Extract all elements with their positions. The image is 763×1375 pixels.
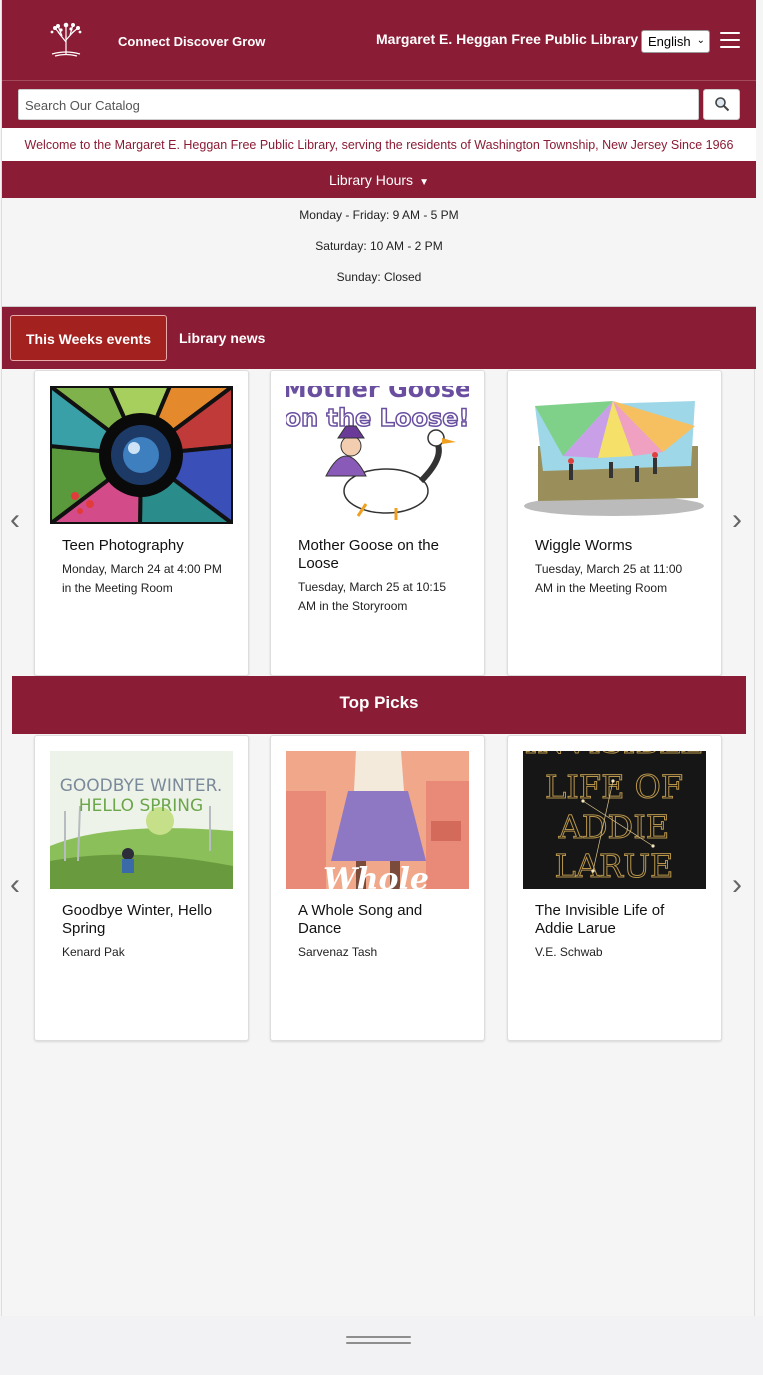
language-select-value: English — [648, 34, 691, 49]
book-author: V.E. Schwab — [535, 945, 603, 959]
site-header: Connect Discover Grow Margaret E. Heggan… — [2, 0, 756, 81]
site-tagline: Connect Discover Grow — [118, 34, 266, 49]
event-detail: Monday, March 24 at 4:00 PM in the Meeti… — [62, 562, 222, 595]
library-hours-panel: Monday - Friday: 9 AM - 5 PM Saturday: 1… — [2, 198, 756, 307]
book-card[interactable]: GOODBYE WINTER. HELLO SPRING Goodbye Win… — [34, 735, 249, 1041]
event-image-camera-lens — [50, 386, 233, 524]
catalog-search-input[interactable]: Search Our Catalog — [18, 89, 699, 120]
picks-prev-arrow-icon[interactable]: ‹ — [10, 868, 20, 902]
mother-goose-art-line-1: Mother Goose — [286, 386, 469, 403]
event-title[interactable]: Wiggle Worms — [535, 537, 705, 555]
event-image-parachute — [523, 386, 706, 524]
tab-this-weeks-events[interactable]: This Weeks events — [10, 315, 167, 361]
top-picks-heading: Top Picks — [12, 676, 746, 734]
cover-text-line-4: LARUE — [555, 847, 674, 885]
events-news-tabs: This Weeks events Library news — [2, 307, 756, 369]
event-title[interactable]: Mother Goose on the Loose — [298, 537, 468, 573]
book-title[interactable]: The Invisible Life of Addie Larue — [535, 902, 705, 938]
cover-text-line-3: ADDIE — [558, 808, 669, 846]
drag-handle-icon[interactable] — [346, 1336, 411, 1350]
tab-library-news[interactable]: Library news — [179, 330, 265, 346]
language-select[interactable]: English ⌄ — [641, 30, 710, 53]
cover-text-line-2: LIFE OF — [545, 768, 683, 806]
event-card[interactable]: Teen Photography Monday, March 24 at 4:0… — [34, 370, 249, 676]
event-card[interactable]: Wiggle Worms Tuesday, March 25 at 11:00 … — [507, 370, 722, 676]
cover-text: Whole — [323, 862, 429, 889]
library-name[interactable]: Margaret E. Heggan Free Public Library — [376, 31, 638, 47]
event-detail: Tuesday, March 25 at 11:00 AM in the Mee… — [535, 562, 683, 595]
book-author: Kenard Pak — [62, 945, 125, 959]
library-hours-label: Library Hours — [329, 172, 414, 188]
hamburger-menu-icon[interactable] — [720, 32, 740, 48]
event-title[interactable]: Teen Photography — [62, 537, 232, 555]
events-next-arrow-icon[interactable]: › — [732, 503, 742, 537]
picks-next-arrow-icon[interactable]: › — [732, 868, 742, 902]
event-image-mother-goose: Mother Goose on the Loose! — [286, 386, 469, 524]
event-card[interactable]: Mother Goose on the Loose! Mother Goose … — [270, 370, 485, 676]
book-cover-invisible-life: INVISIBLE LIFE OF ADDIE LARUE — [523, 751, 706, 889]
library-tree-logo[interactable] — [46, 20, 86, 58]
page-frame: Connect Discover Grow Margaret E. Heggan… — [1, 0, 756, 1316]
book-cover-whole-song: Whole — [286, 751, 469, 889]
cover-text-line-1: INVISIBLE — [524, 751, 703, 761]
events-prev-arrow-icon[interactable]: ‹ — [10, 503, 20, 537]
hours-sunday: Sunday: Closed — [336, 270, 422, 284]
book-author: Sarvenaz Tash — [298, 945, 378, 959]
book-title[interactable]: A Whole Song and Dance — [298, 902, 468, 938]
library-hours-toggle[interactable]: Library Hours ▼ — [2, 161, 756, 198]
book-title[interactable]: Goodbye Winter, Hello Spring — [62, 902, 232, 938]
book-card[interactable]: Whole A Whole Song and Dance Sarvenaz Ta… — [270, 735, 485, 1041]
hours-saturday: Saturday: 10 AM - 2 PM — [315, 239, 443, 253]
caret-down-icon: ▼ — [419, 177, 429, 188]
cover-text-line-2: HELLO SPRING — [79, 796, 203, 816]
search-icon — [714, 97, 729, 112]
catalog-search-bar: Search Our Catalog — [2, 81, 756, 128]
cover-text-line-1: GOODBYE WINTER. — [60, 776, 223, 796]
welcome-banner: Welcome to the Margaret E. Heggan Free P… — [2, 128, 756, 161]
chevron-down-icon: ⌄ — [696, 35, 705, 46]
search-button[interactable] — [703, 89, 740, 120]
event-detail: Tuesday, March 25 at 10:15 AM in the Sto… — [298, 580, 447, 613]
hours-weekday: Monday - Friday: 9 AM - 5 PM — [299, 208, 459, 222]
book-card[interactable]: INVISIBLE LIFE OF ADDIE LARUE The Invisi… — [507, 735, 722, 1041]
mother-goose-art-line-2: on the Loose! — [286, 404, 469, 432]
book-cover-goodbye-winter: GOODBYE WINTER. HELLO SPRING — [50, 751, 233, 889]
